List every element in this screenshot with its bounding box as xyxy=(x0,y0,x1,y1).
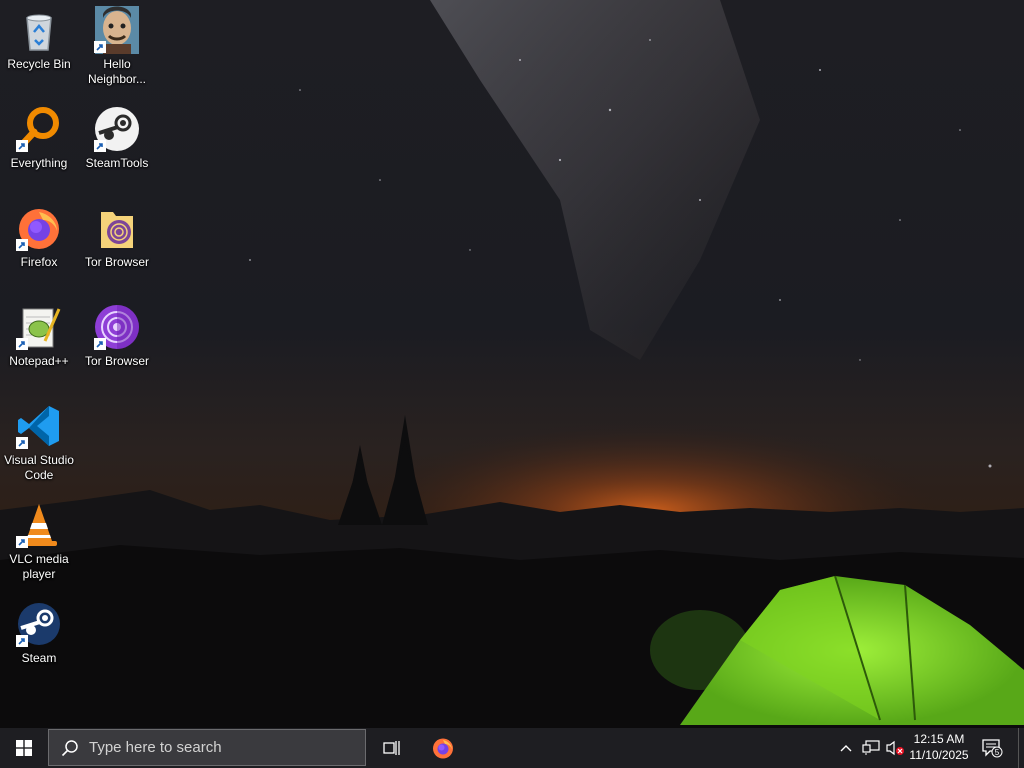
tor-browser-icon xyxy=(93,303,141,351)
show-hidden-icons-button[interactable] xyxy=(836,728,856,768)
clock-time: 12:15 AM xyxy=(913,732,965,746)
clock-date: 11/10/2025 xyxy=(909,748,969,762)
desktop-icon-notepadpp[interactable]: Notepad++ xyxy=(0,303,78,369)
network-button[interactable] xyxy=(860,728,882,768)
shortcut-arrow-icon xyxy=(16,239,28,251)
desktop-icon-label: SteamTools xyxy=(85,156,149,170)
steamtools-icon xyxy=(93,105,141,153)
desktop-icon-everything[interactable]: Everything xyxy=(0,105,78,171)
recycle-bin-icon xyxy=(15,6,63,54)
desktop-icon-label: Tor Browser xyxy=(84,255,149,269)
desktop-icon-label: Notepad++ xyxy=(9,354,69,368)
tor-browser-folder-icon xyxy=(93,204,141,252)
taskbar-clock[interactable]: 12:15 AM 11/10/2025 xyxy=(906,731,972,765)
desktop-icon-vscode[interactable]: Visual Studio Code xyxy=(0,402,78,483)
shortcut-arrow-icon xyxy=(16,140,28,152)
start-windows-icon xyxy=(16,740,32,756)
desktop-icon-label: Tor Browser xyxy=(84,354,149,368)
desktop-icon-firefox[interactable]: Firefox xyxy=(0,204,78,270)
notepad-plus-plus-icon xyxy=(15,303,63,351)
desktop-icon-recycle-bin[interactable]: Recycle Bin xyxy=(0,6,78,72)
taskbar-search-box[interactable]: Type here to search xyxy=(48,729,366,766)
desktop-icon-label: Hello Neighbor... xyxy=(87,57,147,86)
task-view-icon xyxy=(383,741,400,755)
vlc-icon xyxy=(15,501,63,549)
start-button[interactable] xyxy=(0,728,48,768)
desktop-icon-steam[interactable]: Steam xyxy=(0,600,78,666)
firefox-icon xyxy=(433,738,453,759)
chevron-up-icon xyxy=(840,745,852,752)
desktop-icon-steamtools[interactable]: SteamTools xyxy=(78,105,156,171)
volume-button[interactable] xyxy=(884,728,906,768)
shortcut-arrow-icon xyxy=(94,338,106,350)
notification-icon: 5 xyxy=(982,739,1003,758)
action-center-button[interactable]: 5 xyxy=(976,728,1008,768)
shortcut-arrow-icon xyxy=(94,41,106,53)
desktop-icon-label: Everything xyxy=(10,156,68,170)
desktop-icon-label: Firefox xyxy=(20,255,58,269)
desktop-icon-label: Visual Studio Code xyxy=(4,453,74,482)
shortcut-arrow-icon xyxy=(16,536,28,548)
desktop-icon-label: Recycle Bin xyxy=(7,57,71,71)
desktop-icon-label: VLC media player xyxy=(9,552,69,581)
network-icon xyxy=(862,740,880,755)
everything-search-icon xyxy=(15,105,63,153)
shortcut-arrow-icon xyxy=(16,635,28,647)
vscode-icon xyxy=(15,402,63,450)
taskbar: Type here to search 12:15 AM 11/10/2025 … xyxy=(0,728,1024,768)
show-desktop-button[interactable] xyxy=(1018,728,1024,768)
volume-muted-icon xyxy=(886,740,904,756)
shortcut-arrow-icon xyxy=(16,338,28,350)
notification-count: 5 xyxy=(995,748,1000,757)
search-icon xyxy=(61,739,78,756)
shortcut-arrow-icon xyxy=(16,437,28,449)
desktop-icon-label: Steam xyxy=(21,651,57,665)
desktop-icon-hello-neighbor[interactable]: Hello Neighbor... xyxy=(78,6,156,87)
hello-neighbor-icon xyxy=(93,6,141,54)
search-placeholder: Type here to search xyxy=(89,739,222,756)
desktop-icon-tor-browser-folder[interactable]: Tor Browser xyxy=(78,204,156,270)
steam-icon xyxy=(15,600,63,648)
desktop-icon-vlc[interactable]: VLC media player xyxy=(0,501,78,582)
task-view-button[interactable] xyxy=(370,728,414,768)
taskbar-firefox-button[interactable] xyxy=(420,728,466,768)
desktop-icon-tor-browser[interactable]: Tor Browser xyxy=(78,303,156,369)
shortcut-arrow-icon xyxy=(94,140,106,152)
firefox-icon xyxy=(15,204,63,252)
